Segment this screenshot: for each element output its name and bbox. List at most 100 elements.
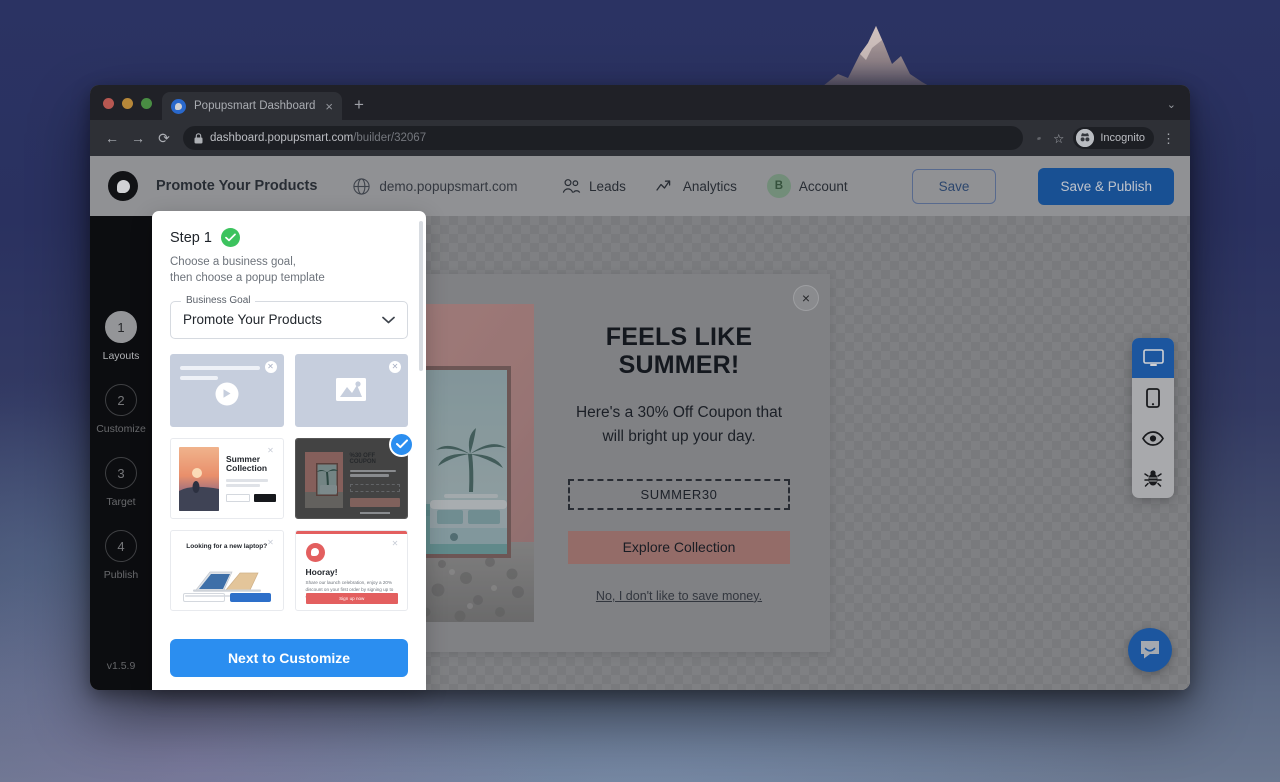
popup-title: FEELS LIKE SUMMER! [606,323,752,379]
business-goal-select[interactable]: Business Goal Promote Your Products [170,294,408,339]
profile-label: Incognito [1100,132,1145,144]
window-traffic-lights[interactable] [90,98,162,120]
image-icon [336,377,367,406]
popupsmart-logo-icon[interactable] [108,171,138,201]
nav-label-analytics: Analytics [682,178,737,194]
template-grid: ✕ ✕ ✕ Summer Collection %30 OFF COUPON ✕… [170,353,414,611]
template-selected-check-icon [389,431,414,457]
sidebar-item-customize[interactable]: 2 Customize [96,384,146,435]
popup-title-line1: FEELS LIKE [605,323,753,352]
version-label: v1.5.9 [106,660,136,672]
step-description: Choose a business goal, then choose a po… [170,256,325,285]
wallpaper-mountain [818,26,936,90]
minimize-window-button[interactable] [122,98,133,109]
address-bar[interactable]: dashboard.popupsmart.com/builder/32067 [183,126,1024,150]
preview-button[interactable] [1132,418,1174,458]
template-title-2: Collection [226,463,268,474]
chat-bubble-icon [1141,641,1159,659]
debug-button[interactable] [1132,458,1174,498]
globe-icon [353,177,371,195]
template-card-summer-collection[interactable]: ✕ Summer Collection [170,437,284,519]
url-text: dashboard.popupsmart.com/builder/32067 [210,132,427,144]
step-panel-scroll-area[interactable]: Step 1 Choose a business goal, then choo… [152,211,426,629]
analytics-icon [656,179,671,191]
popup-title-line2: SUMMER! [618,351,740,380]
bookmark-star-icon[interactable]: ☆ [1047,131,1070,146]
browser-tabstrip: Popupsmart Dashboard × + ⌄ [90,85,1190,120]
step-header: Step 1 [170,228,408,247]
forward-button[interactable]: → [125,125,151,151]
template-card-off-coupon[interactable]: %30 OFF COUPON [294,431,414,519]
popup-subtitle: Here's a 30% Off Coupon that will bright… [575,404,783,445]
close-icon: ✕ [264,360,277,373]
chat-launcher[interactable] [1128,628,1172,672]
app-top-nav: Leads Analytics B Account Save Save & Pu… [562,167,1174,205]
browser-menu-button[interactable]: ⋮ [1154,132,1181,145]
site-url-text: demo.popupsmart.com [379,178,518,194]
template-card-hooray[interactable]: ✕ Hooray! Share our launch celebration, … [294,529,408,611]
save-button[interactable]: Save [911,168,997,204]
coupon-code-box[interactable]: SUMMER30 [568,478,790,510]
incognito-avatar [1076,129,1095,147]
popup-close-button[interactable]: × [793,285,819,311]
tab-title: Popupsmart Dashboard [194,100,316,112]
step-complete-check-icon [220,228,240,247]
browser-tab[interactable]: Popupsmart Dashboard × [162,92,342,120]
explore-collection-button[interactable]: Explore Collection [568,530,790,564]
step-label-target: Target [106,496,136,508]
account-avatar: B [766,174,791,198]
template-card-video-placeholder[interactable]: ✕ [170,353,284,427]
popupsmart-logo-icon [305,542,325,562]
close-tab-button[interactable]: × [325,100,333,113]
template-cta: Sign up now [305,592,398,604]
page-title: Promote Your Products [156,178,318,194]
back-button[interactable]: ← [99,125,125,151]
nav-item-analytics[interactable]: Analytics [656,179,737,194]
maximize-window-button[interactable] [141,98,152,109]
steps-rail: 1 Layouts 2 Customize 3 Target 4 Publish [90,216,152,690]
step-panel-footer: Next to Customize [152,629,426,690]
popupsmart-favicon [171,98,186,114]
business-goal-label: Business Goal [181,294,256,306]
step-title: Step 1 [170,229,212,246]
browser-omnibar: ← → ⟳ dashboard.popupsmart.com/builder/3… [90,120,1190,156]
play-icon [215,382,239,406]
step-label-publish: Publish [103,569,139,581]
template-card-laptop[interactable]: ✕ Looking for a new laptop? [170,529,284,611]
profile-chip[interactable]: Incognito [1073,127,1154,149]
step-label-layouts: Layouts [102,350,140,362]
panel-scrollbar[interactable] [419,221,423,371]
chevron-down-icon[interactable]: ⌄ [1167,98,1176,111]
template-title: Looking for a new laptop? [186,542,268,550]
site-url-chip[interactable]: demo.popupsmart.com [353,177,518,195]
sidebar-item-target[interactable]: 3 Target [105,457,137,508]
new-tab-button[interactable]: + [342,96,374,120]
mobile-icon [1146,388,1160,408]
device-toolbar [1132,338,1174,498]
desktop-icon [1142,349,1164,366]
close-window-button[interactable] [103,98,114,109]
eye-off-icon[interactable] [1031,132,1047,145]
decline-link[interactable]: No, I don't like to save money. [596,589,762,603]
step-label-customize: Customize [96,423,146,435]
close-icon: ✕ [389,360,401,373]
reload-button[interactable]: ⟳ [151,125,177,151]
nav-label-leads: Leads [589,178,626,194]
sidebar-item-publish[interactable]: 4 Publish [104,530,138,581]
bug-icon [1144,469,1162,487]
close-icon: ✕ [391,539,399,549]
next-to-customize-button[interactable]: Next to Customize [170,639,408,677]
mobile-view-button[interactable] [1132,378,1174,418]
nav-item-leads[interactable]: Leads [562,178,626,194]
chevron-down-icon [382,316,395,324]
template-card-image-placeholder[interactable]: ✕ [294,353,408,427]
save-and-publish-button[interactable]: Save & Publish [1038,167,1174,205]
step-number-4: 4 [104,530,137,562]
desktop-view-button[interactable] [1132,338,1174,378]
nav-item-account[interactable]: B Account [766,174,848,198]
step-number-1: 1 [105,311,137,343]
step-number-3: 3 [105,457,137,489]
lock-icon [194,132,203,143]
step-panel: Step 1 Choose a business goal, then choo… [152,211,426,690]
sidebar-item-layouts[interactable]: 1 Layouts [102,311,140,362]
